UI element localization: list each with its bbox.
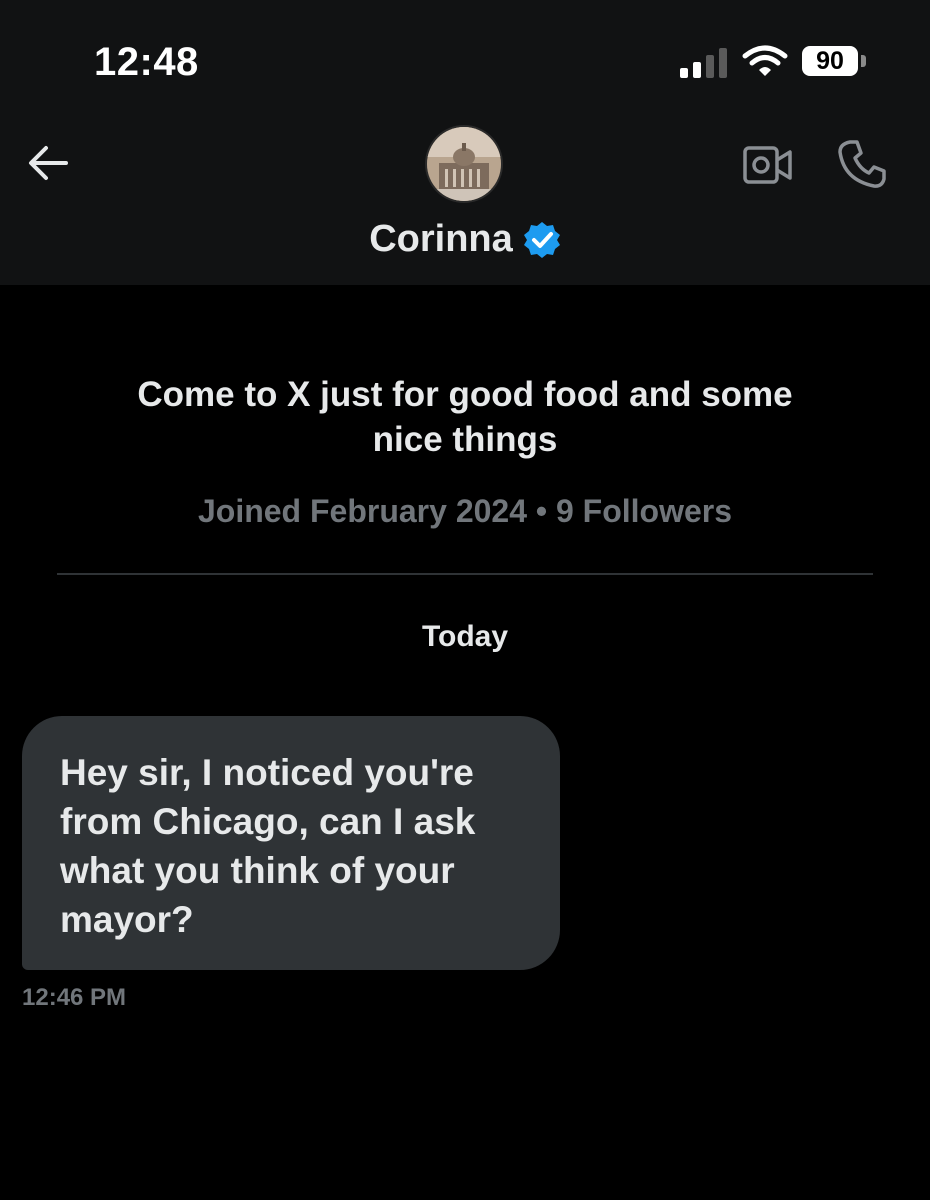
message-timestamp: 12:46 PM bbox=[22, 984, 127, 1011]
profile-meta: Joined February 2024 • 9 Followers bbox=[197, 493, 733, 529]
building-avatar-image bbox=[427, 127, 501, 201]
battery-icon: 90 bbox=[802, 46, 858, 76]
status-bar-time: 12:48 bbox=[94, 40, 199, 84]
video-call-icon[interactable] bbox=[742, 142, 794, 188]
battery-nub bbox=[861, 55, 866, 67]
phone-call-icon[interactable] bbox=[836, 138, 888, 190]
message-bubble[interactable]: Hey sir, I noticed you're from Chicago, … bbox=[22, 716, 560, 970]
contact-name: Corinna bbox=[369, 218, 513, 260]
verified-badge-icon bbox=[523, 221, 560, 258]
signal-icon bbox=[680, 48, 727, 78]
divider bbox=[57, 573, 873, 575]
back-arrow-icon[interactable] bbox=[26, 140, 72, 186]
profile-bio: Come to X just for good food and some ni… bbox=[137, 375, 793, 459]
avatar[interactable] bbox=[425, 125, 503, 203]
date-separator: Today bbox=[421, 620, 509, 653]
wifi-icon bbox=[742, 45, 788, 76]
contact-name-row[interactable]: Corinna bbox=[0, 218, 930, 261]
